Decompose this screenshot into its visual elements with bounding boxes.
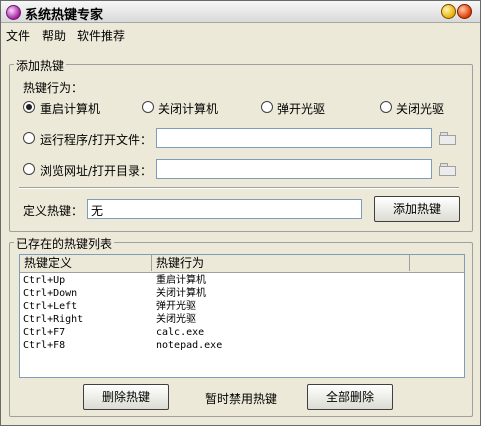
disable-hotkey-button[interactable]: 暂时禁用热键 (205, 390, 277, 407)
run-program-input[interactable] (156, 128, 432, 148)
window-title: 系统热键专家 (25, 8, 104, 23)
minimize-button[interactable] (441, 4, 456, 19)
row-key: Ctrl+F7 (23, 327, 66, 338)
row-action: 关闭光驱 (156, 314, 196, 325)
row-action: calc.exe (156, 327, 205, 338)
add-hotkey-button[interactable]: 添加热键 (374, 196, 460, 222)
radio-eject-cd[interactable] (261, 101, 273, 113)
radio-run-program[interactable] (23, 132, 35, 144)
table-row[interactable]: Ctrl+Right 关闭光驱 (20, 313, 464, 326)
delete-all-button[interactable]: 全部删除 (307, 384, 393, 410)
row-key: Ctrl+Down (23, 288, 78, 299)
row-action: 关闭计算机 (156, 288, 206, 299)
folder-browse-icon[interactable] (439, 132, 456, 145)
column-header-empty (410, 255, 464, 271)
table-row[interactable]: Ctrl+Up 重启计算机 (20, 274, 464, 287)
menu-software[interactable]: 软件推荐 (77, 27, 125, 44)
table-row[interactable]: Ctrl+F8 notepad.exe (20, 339, 464, 352)
radio-eject-cd-label[interactable]: 弹开光驱 (277, 100, 325, 117)
column-header-action[interactable]: 热键行为 (152, 255, 410, 271)
run-program-label[interactable]: 运行程序/打开文件： (40, 131, 152, 148)
row-key: Ctrl+Up (23, 275, 66, 286)
radio-close-cd-label[interactable]: 关闭光驱 (396, 100, 444, 117)
radio-restart[interactable] (23, 101, 35, 113)
delete-hotkey-button[interactable]: 删除热键 (83, 384, 169, 410)
row-key: Ctrl+Left (23, 301, 78, 312)
radio-shutdown-label[interactable]: 关闭计算机 (158, 100, 218, 117)
app-icon (6, 5, 21, 20)
define-hotkey-input[interactable]: 无 (87, 199, 362, 219)
app-window: 系统热键专家 文件 帮助 软件推荐 添加热键 热键行为： 重启计算机 关闭计算机… (0, 0, 481, 426)
close-button[interactable] (457, 4, 472, 19)
menu-file[interactable]: 文件 (6, 27, 30, 44)
column-header-key[interactable]: 热键定义 (20, 255, 152, 271)
action-label: 热键行为： (23, 81, 84, 95)
row-action: 重启计算机 (156, 275, 206, 286)
divider (19, 187, 459, 189)
browse-url-input[interactable] (156, 159, 432, 179)
row-action: 弹开光驱 (156, 301, 196, 312)
define-hotkey-label: 定义热键： (23, 204, 84, 218)
title-bar: 系统热键专家 (1, 1, 480, 23)
radio-browse-url[interactable] (23, 163, 35, 175)
hotkey-list-group-label: 已存在的热键列表 (14, 235, 115, 252)
row-key: Ctrl+F8 (23, 340, 66, 351)
table-row[interactable]: Ctrl+Left 弹开光驱 (20, 300, 464, 313)
folder-open-icon[interactable] (439, 163, 456, 176)
add-hotkey-group-label: 添加热键 (14, 57, 67, 74)
list-header: 热键定义 热键行为 (20, 255, 464, 273)
table-row[interactable]: Ctrl+Down 关闭计算机 (20, 287, 464, 300)
row-key: Ctrl+Right (23, 314, 84, 325)
table-row[interactable]: Ctrl+F7 calc.exe (20, 326, 464, 339)
menu-help[interactable]: 帮助 (42, 27, 66, 44)
row-action: notepad.exe (156, 340, 223, 351)
radio-restart-label[interactable]: 重启计算机 (40, 100, 100, 117)
hotkey-list[interactable]: 热键定义 热键行为 Ctrl+Up 重启计算机 Ctrl+Down 关闭计算机 … (19, 254, 465, 378)
radio-close-cd[interactable] (380, 101, 392, 113)
radio-shutdown[interactable] (142, 101, 154, 113)
browse-url-label[interactable]: 浏览网址/打开目录： (40, 162, 152, 179)
